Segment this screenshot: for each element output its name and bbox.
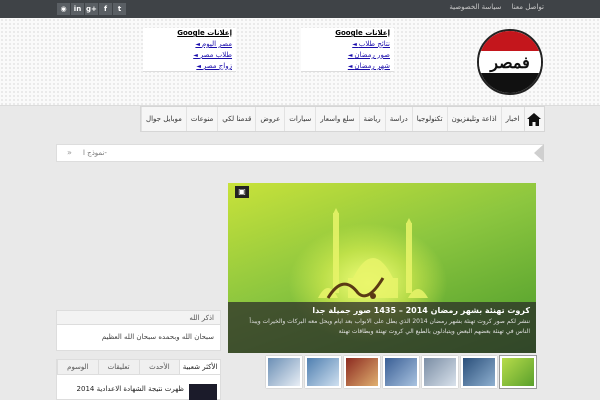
news-ticker: » نموذج ا- <box>56 144 544 162</box>
nav-item-mobile[interactable]: موبايل جوال <box>141 107 186 131</box>
slider-thumb[interactable] <box>266 356 302 388</box>
nav-item-technology[interactable]: تكنولوجيا <box>411 107 447 131</box>
rss-icon[interactable]: ◉ <box>57 3 70 15</box>
featured-excerpt: ننشر لكم صور كروت تهنئة بشهر رمضان 2014 … <box>249 318 530 335</box>
post-title[interactable]: ظهرت نتيجة الشهادة الاعدادية 2014 <box>74 385 184 394</box>
tab-popular[interactable]: الأكثر شعبية <box>179 360 220 374</box>
nav-item-cars[interactable]: سيارات <box>284 107 315 131</box>
privacy-link[interactable]: سياسة الخصوصية <box>449 3 501 11</box>
ad-link[interactable]: نتائج طلاب <box>305 39 390 50</box>
ad-link[interactable]: مصر اليوم <box>147 39 232 50</box>
logo-text: فمصر <box>490 53 530 72</box>
flag-red-band <box>479 31 541 52</box>
nav-item-sports[interactable]: رياضة <box>358 107 385 131</box>
widget-body: سبحان الله وبحمده سبحان الله العظيم <box>56 325 221 351</box>
ad-link[interactable]: شهر رمضان <box>305 61 390 72</box>
linkedin-icon[interactable]: in <box>71 3 84 15</box>
slider-caption: كروت تهنئة بشهر رمضان 2014 – 1435 صور جم… <box>228 302 536 353</box>
nav-item-news[interactable]: اخبار <box>500 107 524 131</box>
ad-link[interactable]: طلاب مصر <box>147 50 232 61</box>
top-links: تواصل معنا سياسة الخصوصية <box>441 3 544 11</box>
slider-thumb[interactable] <box>344 356 380 388</box>
nav-item-offers[interactable]: عروض <box>255 107 284 131</box>
ad-link[interactable]: صور رمضان <box>305 50 390 61</box>
featured-slider[interactable]: ▣ كروت تهنئة بشهر رمضان 2014 – 1435 صور … <box>228 183 536 353</box>
nav-item-study[interactable]: دراسة <box>384 107 412 131</box>
main-nav: اخبار اذاعة وتليفزيون تكنولوجيا دراسة ري… <box>140 106 545 132</box>
ticker-marker <box>534 144 544 162</box>
nav-item-radio-tv[interactable]: اذاعة وتليفزيون <box>446 107 501 131</box>
social-links: ◉ in g+ f t <box>57 3 126 15</box>
featured-title[interactable]: كروت تهنئة بشهر رمضان 2014 – 1435 صور جم… <box>234 306 530 315</box>
home-icon[interactable] <box>523 107 544 131</box>
top-bar: تواصل معنا سياسة الخصوصية ◉ in g+ f t <box>0 0 600 18</box>
google-plus-icon[interactable]: g+ <box>85 3 98 15</box>
ad-title: إعلانات Google <box>177 29 232 37</box>
ad-title: إعلانات Google <box>335 29 390 37</box>
ticker-arrow-icon: » <box>67 148 72 157</box>
slider-thumb[interactable] <box>422 356 458 388</box>
slider-thumb[interactable] <box>500 356 536 388</box>
ticker-text[interactable]: نموذج ا- <box>83 149 107 157</box>
tab-comments[interactable]: تعليقات <box>97 360 139 374</box>
tab-recent[interactable]: الأحدث <box>138 360 180 374</box>
slider-thumbnails <box>228 356 536 390</box>
slider-thumb[interactable] <box>383 356 419 388</box>
sidebar-tabs: الأكثر شعبية الأحدث تعليقات الوسوم <box>56 359 221 375</box>
slider-thumb[interactable] <box>461 356 497 388</box>
post-thumbnail[interactable] <box>189 384 217 400</box>
slider-thumb[interactable] <box>305 356 341 388</box>
site-logo[interactable]: فمصر <box>477 29 543 95</box>
gallery-icon: ▣ <box>235 186 249 198</box>
nav-item-for-you[interactable]: قدمنا لكي <box>217 107 255 131</box>
widget-title: اذكر الله <box>56 310 221 325</box>
site-header: فمصر إعلانات Google نتائج طلاب صور رمضان… <box>0 18 600 106</box>
nav-item-prices[interactable]: سلع واسعار <box>315 107 358 131</box>
ad-link[interactable]: زواج مصر <box>147 61 232 72</box>
twitter-icon[interactable]: t <box>113 3 126 15</box>
tab-content: ظهرت نتيجة الشهادة الاعدادية 2014 <box>56 375 221 400</box>
nav-item-misc[interactable]: منوعات <box>185 107 217 131</box>
tab-tags[interactable]: الوسوم <box>57 360 98 374</box>
contact-link[interactable]: تواصل معنا <box>512 3 544 11</box>
google-ad-box-2: إعلانات Google مصر اليوم طلاب مصر زواج م… <box>143 28 236 72</box>
facebook-icon[interactable]: f <box>99 3 112 15</box>
flag-black-band <box>479 72 541 93</box>
google-ad-box-1: إعلانات Google نتائج طلاب صور رمضان شهر … <box>301 28 394 72</box>
